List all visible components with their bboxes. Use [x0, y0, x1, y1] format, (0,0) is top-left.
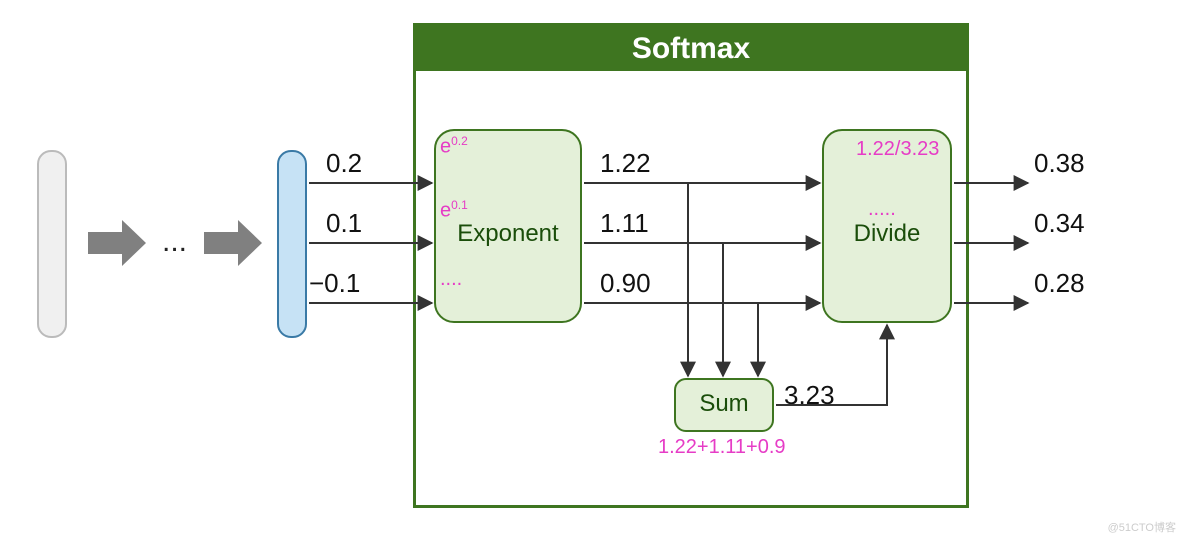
divide-label: Divide: [822, 220, 952, 248]
ellipsis: ...: [162, 225, 187, 259]
output-value-1: 0.38: [1034, 148, 1085, 179]
input-value-2: 0.1: [326, 208, 362, 239]
annot-div-1: 1.22/3.23: [856, 138, 939, 161]
output-value-2: 0.34: [1034, 208, 1085, 239]
sum-label: Sum: [674, 390, 774, 418]
sum-value: 3.23: [784, 380, 835, 411]
exp-value-1: 1.22: [600, 148, 651, 179]
watermark: @51CTO博客: [1108, 519, 1176, 535]
input-layer-bar: [37, 150, 67, 338]
input-value-1: 0.2: [326, 148, 362, 179]
exponent-label: Exponent: [434, 220, 582, 248]
flow-arrow-1: [88, 220, 148, 266]
softmax-title: Softmax: [416, 26, 966, 71]
input-value-3: −0.1: [309, 268, 360, 299]
annot-div-2: .....: [868, 198, 896, 221]
annot-exp-3: ....: [440, 268, 462, 291]
logits-bar: [277, 150, 307, 338]
annot-sum-expr: 1.22+1.11+0.9: [658, 436, 786, 459]
flow-arrow-2: [204, 220, 264, 266]
annot-exp-2: e0.1: [440, 198, 468, 223]
exp-value-2: 1.11: [600, 208, 649, 239]
output-value-3: 0.28: [1034, 268, 1085, 299]
annot-exp-1: e0.2: [440, 134, 468, 159]
exp-value-3: 0.90: [600, 268, 651, 299]
